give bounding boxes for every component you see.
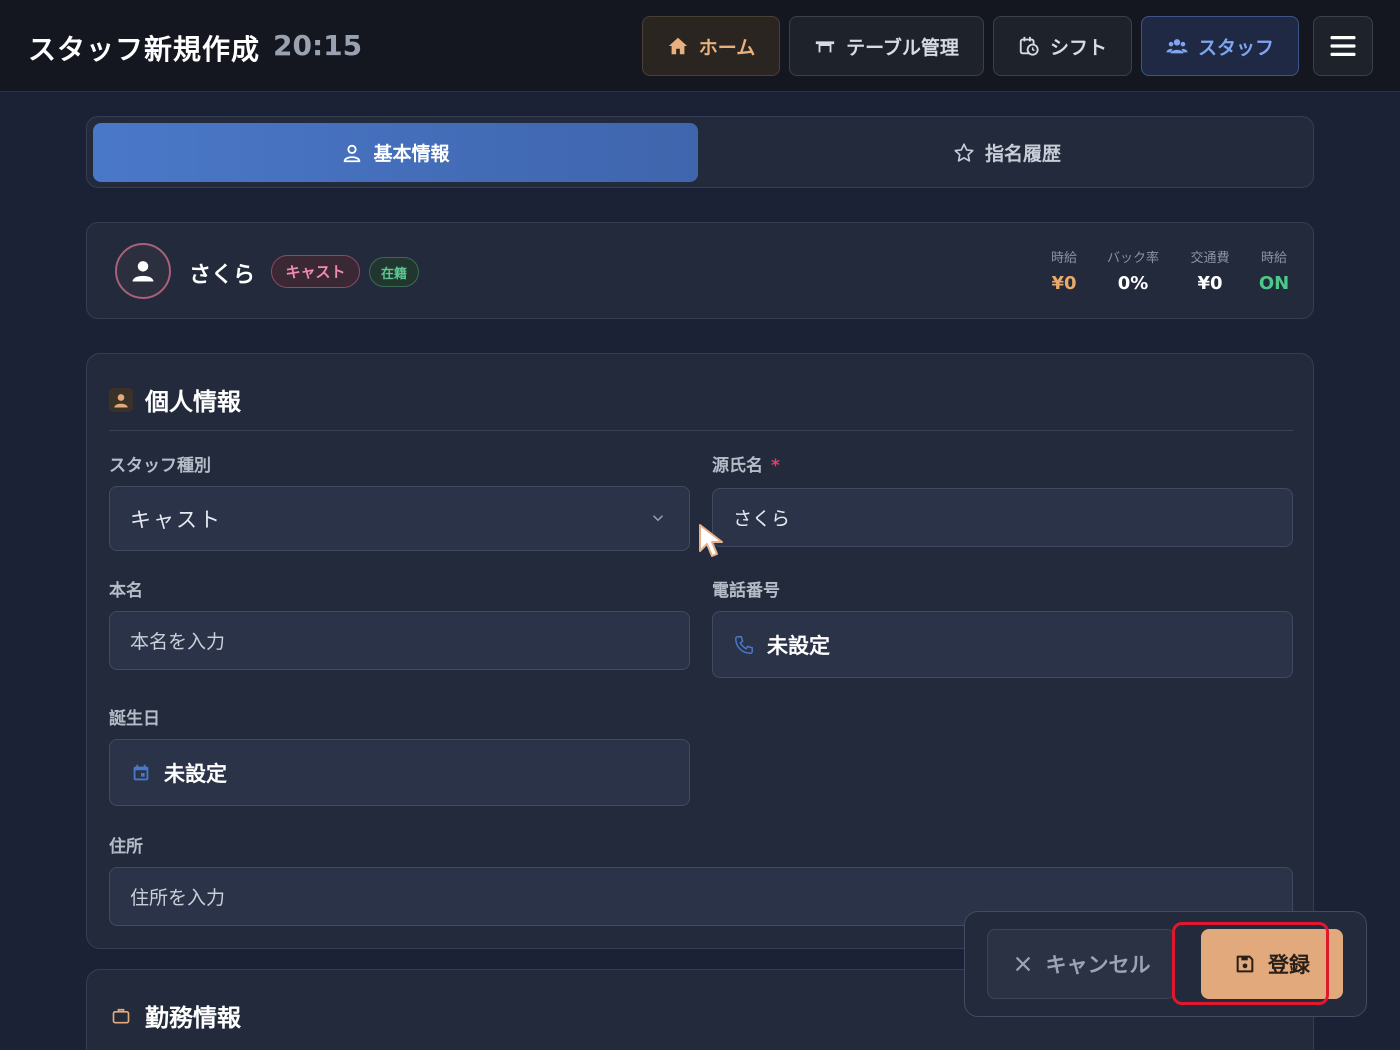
real-name-label: 本名 <box>109 581 143 601</box>
nav-staff-button[interactable]: スタッフ <box>1141 16 1299 76</box>
stat-hourly-toggle: 時給 ON <box>1253 247 1295 294</box>
star-icon <box>954 142 974 162</box>
clock: 20:15 <box>273 29 363 62</box>
phone-value: 未設定 <box>767 633 830 658</box>
real-name-placeholder: 本名を入力 <box>130 631 226 653</box>
cancel-label: キャンセル <box>1045 953 1151 977</box>
register-button[interactable]: 登録 <box>1201 929 1343 999</box>
save-icon <box>1236 955 1254 973</box>
stat-transport: 交通費 ¥0 <box>1185 247 1235 294</box>
users-icon <box>1166 39 1188 54</box>
phone-label: 電話番号 <box>712 581 780 601</box>
briefcase-icon <box>109 1004 133 1028</box>
divider <box>109 430 1293 431</box>
person-badge-icon <box>109 387 133 412</box>
staff-name: さくら <box>189 263 256 288</box>
cancel-button[interactable]: キャンセル <box>987 929 1175 999</box>
tab-nomination-history[interactable]: 指名履歴 <box>707 123 1307 182</box>
nav-shift-button[interactable]: シフト <box>993 16 1132 76</box>
stat-value: ¥0 <box>1051 273 1077 294</box>
tab-basic-info-label: 基本情報 <box>373 143 450 165</box>
staff-summary-card: さくら キャスト 在籍 時給 ¥0 バック率 0% 交通費 ¥0 時給 ON <box>86 222 1314 319</box>
nav-home-button[interactable]: ホーム <box>642 16 780 76</box>
role-badge: キャスト <box>271 255 360 288</box>
stat-value: 0% <box>1117 273 1149 294</box>
stat-label: バック率 <box>1106 251 1159 266</box>
stat-back-rate: バック率 0% <box>1100 247 1166 294</box>
staff-type-value: キャスト <box>130 507 222 532</box>
phone-icon <box>735 635 753 654</box>
page-title: スタッフ新規作成 <box>28 33 261 66</box>
stat-label: 時給 <box>1050 251 1077 266</box>
staff-type-select[interactable]: キャスト <box>109 486 690 551</box>
nav-home-label: ホーム <box>698 36 756 59</box>
home-icon <box>668 37 687 55</box>
stat-label: 時給 <box>1260 251 1287 266</box>
birthday-label: 誕生日 <box>109 709 160 729</box>
required-mark: * <box>771 456 780 476</box>
stat-value: ON <box>1258 273 1290 294</box>
tab-basic-info[interactable]: 基本情報 <box>93 123 698 182</box>
address-placeholder: 住所を入力 <box>130 887 226 909</box>
real-name-input[interactable]: 本名を入力 <box>109 611 690 670</box>
nav-table-button[interactable]: テーブル管理 <box>789 16 984 76</box>
user-icon <box>344 144 361 162</box>
action-bar: キャンセル 登録 <box>964 911 1367 1017</box>
top-bar: スタッフ新規作成 20:15 ホーム テーブル管理 シフト スタッフ <box>0 0 1400 92</box>
person-icon <box>132 261 154 282</box>
stat-value: ¥0 <box>1197 273 1223 294</box>
table-icon <box>815 41 835 53</box>
staff-type-label: スタッフ種別 <box>109 456 211 476</box>
stage-name-label: 源氏名 * <box>712 451 780 476</box>
nav-table-label: テーブル管理 <box>846 36 959 59</box>
menu-button[interactable] <box>1313 16 1373 76</box>
mouse-cursor-icon <box>699 524 723 557</box>
nav-staff-label: スタッフ <box>1197 36 1274 59</box>
section-title: 勤務情報 <box>145 1004 241 1032</box>
status-badge: 在籍 <box>369 257 419 287</box>
avatar <box>115 243 171 299</box>
birthday-field[interactable]: 未設定 <box>109 739 690 806</box>
tab-nomination-history-label: 指名履歴 <box>984 143 1061 165</box>
section-title: 個人情報 <box>145 388 241 416</box>
personal-info-card: 個人情報 スタッフ種別 キャスト 源氏名 * さくら 本名 本名を入力 電話番号 … <box>86 353 1314 949</box>
stat-label: 交通費 <box>1190 251 1230 266</box>
stage-name-input[interactable]: さくら <box>712 488 1293 547</box>
calendar-icon <box>133 764 149 780</box>
stage-name-label-text: 源氏名 <box>712 456 763 476</box>
personal-info-header: 個人情報 <box>109 382 241 417</box>
stage-name-value: さくら <box>733 508 791 530</box>
chevron-down-icon <box>652 515 664 522</box>
birthday-value: 未設定 <box>164 761 227 786</box>
close-icon <box>1015 956 1030 972</box>
work-info-header: 勤務情報 <box>109 998 241 1033</box>
stat-hourly-wage: 時給 ¥0 <box>1041 247 1087 294</box>
address-label: 住所 <box>109 837 143 857</box>
tab-bar: 基本情報 指名履歴 <box>86 116 1314 188</box>
calendar-clock-icon <box>1019 36 1039 56</box>
hamburger-menu-icon <box>1330 36 1356 56</box>
register-label: 登録 <box>1268 953 1310 977</box>
nav-shift-label: シフト <box>1049 36 1107 59</box>
phone-field[interactable]: 未設定 <box>712 611 1293 678</box>
